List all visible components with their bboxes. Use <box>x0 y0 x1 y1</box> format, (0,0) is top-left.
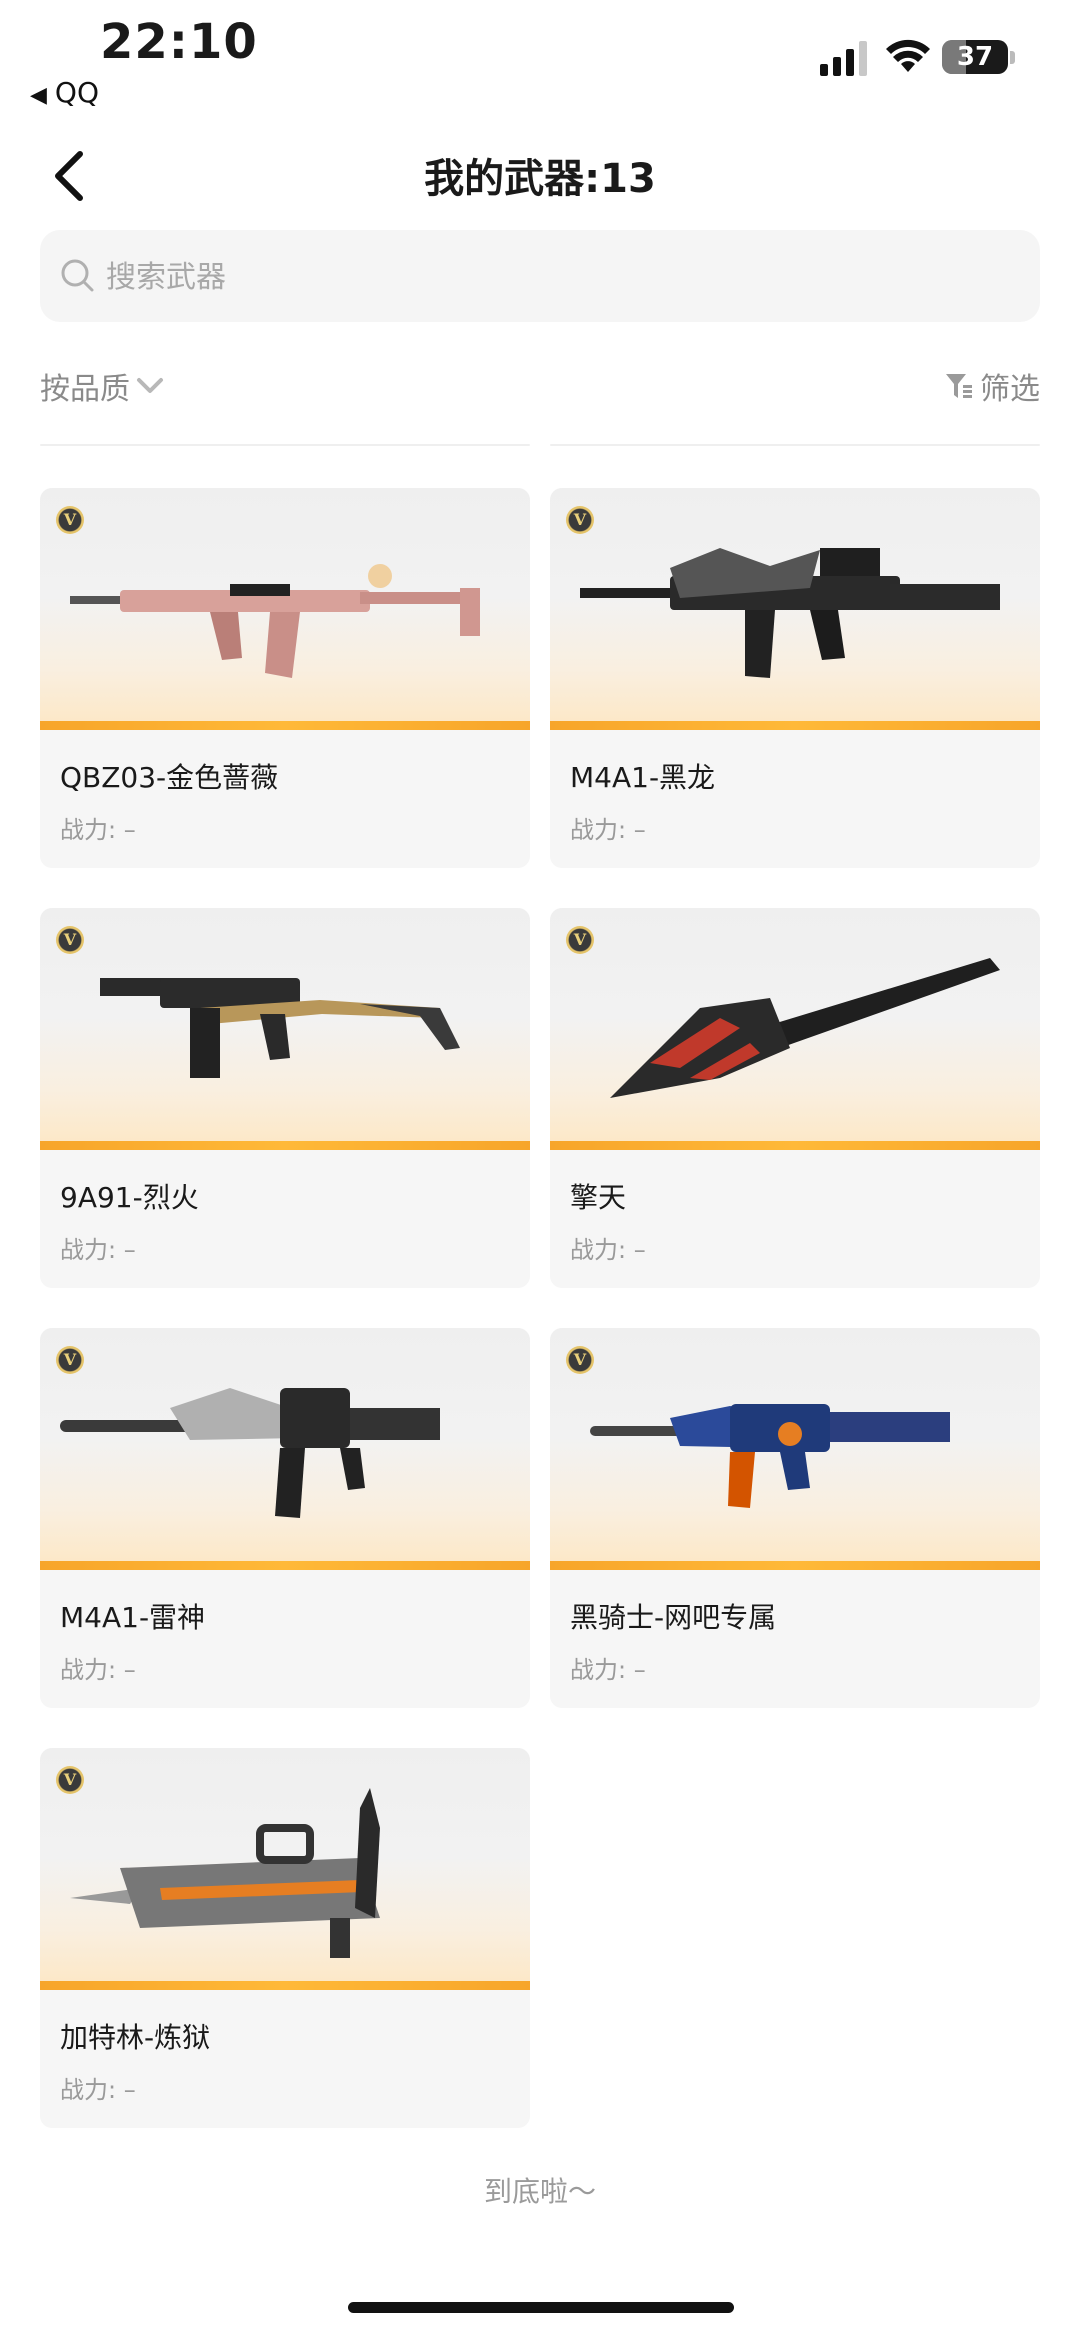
weapon-name: 9A91-烈火 <box>60 1181 199 1214</box>
weapon-image-area: V <box>550 1328 1040 1570</box>
gatling-silver-icon <box>70 1788 380 1958</box>
page-header: 我的武器:13 <box>0 130 1080 220</box>
page-title: 我的武器:13 <box>424 156 656 202</box>
end-of-list-text: 到底啦～ <box>483 2175 596 2208</box>
weapon-name: 加特林-炼狱 <box>60 2021 211 2054</box>
chevron-down-icon <box>137 378 163 393</box>
battery-cap <box>1010 51 1015 64</box>
weapon-image-area: V <box>40 1328 530 1570</box>
weapon-power: 战力: – <box>570 816 646 844</box>
weapon-image-area: V <box>40 908 530 1150</box>
weapon-card[interactable]: V 黑骑士-网吧专属 战力: – <box>550 1328 1040 1708</box>
weapon-card[interactable]: V 加特林-炼狱 战力: – <box>40 1748 530 2128</box>
weapon-card[interactable]: V 9A91-烈火 战力: – <box>40 908 530 1288</box>
weapon-name: M4A1-雷神 <box>60 1601 206 1634</box>
divider-left <box>40 444 530 446</box>
weapon-name: 擎天 <box>570 1181 627 1214</box>
weapon-image-area: V <box>550 908 1040 1150</box>
weapon-name: QBZ03-金色蔷薇 <box>60 761 279 794</box>
back-triangle-icon: ◀ <box>30 83 47 108</box>
rifle-blue-icon <box>590 1404 950 1508</box>
status-bar: 22:10 ◀ QQ 37 <box>0 0 1080 110</box>
weapon-name: M4A1-黑龙 <box>570 761 716 794</box>
weapon-name: 黑骑士-网吧专属 <box>570 1601 777 1634</box>
filter-icon <box>946 374 972 398</box>
weapon-image-area: V <box>550 488 1040 730</box>
search-input[interactable] <box>104 230 1008 324</box>
weapon-grid: V QBZ03-金色蔷薇 战力: – V M4A1-黑龙 战力: – V 9A9… <box>40 488 1040 2128</box>
weapon-power: 战力: – <box>60 1236 136 1264</box>
divider-right <box>550 444 1040 446</box>
rifle-silver-icon <box>60 1388 440 1518</box>
weapon-power: 战力: – <box>60 1656 136 1684</box>
rifle-pink-icon <box>70 564 480 678</box>
weapon-card[interactable]: V 擎天 战力: – <box>550 908 1040 1288</box>
sort-by-quality-dropdown[interactable]: 按品质 <box>40 364 164 408</box>
filter-label: 筛选 <box>980 372 1040 407</box>
status-time: 22:10 <box>100 14 258 70</box>
search-icon <box>61 259 94 292</box>
rifle-dragon-icon <box>580 548 1000 678</box>
back-to-app-link[interactable]: ◀ QQ <box>30 76 99 109</box>
weapon-card[interactable]: V M4A1-雷神 战力: – <box>40 1328 530 1708</box>
weapon-power: 战力: – <box>570 1656 646 1684</box>
weapon-image-area: V <box>40 488 530 730</box>
weapon-power: 战力: – <box>60 2076 136 2104</box>
cellular-signal-icon <box>820 41 867 76</box>
weapon-image-area: V <box>40 1748 530 1990</box>
search-bar[interactable] <box>40 230 1040 324</box>
battery-indicator: 37 <box>942 40 1008 74</box>
shovel-black-icon <box>610 958 1000 1098</box>
battery-percent: 37 <box>956 42 994 72</box>
back-app-label: QQ <box>54 76 99 109</box>
wifi-icon <box>886 39 930 72</box>
weapon-card[interactable]: V M4A1-黑龙 战力: – <box>550 488 1040 868</box>
sort-label: 按品质 <box>40 372 130 407</box>
home-indicator[interactable] <box>348 2302 734 2313</box>
smg-gold-icon <box>100 978 460 1078</box>
weapon-power: 战力: – <box>570 1236 646 1264</box>
weapon-power: 战力: – <box>60 816 136 844</box>
weapon-card[interactable]: V QBZ03-金色蔷薇 战力: – <box>40 488 530 868</box>
filter-button[interactable]: 筛选 <box>944 364 1040 408</box>
